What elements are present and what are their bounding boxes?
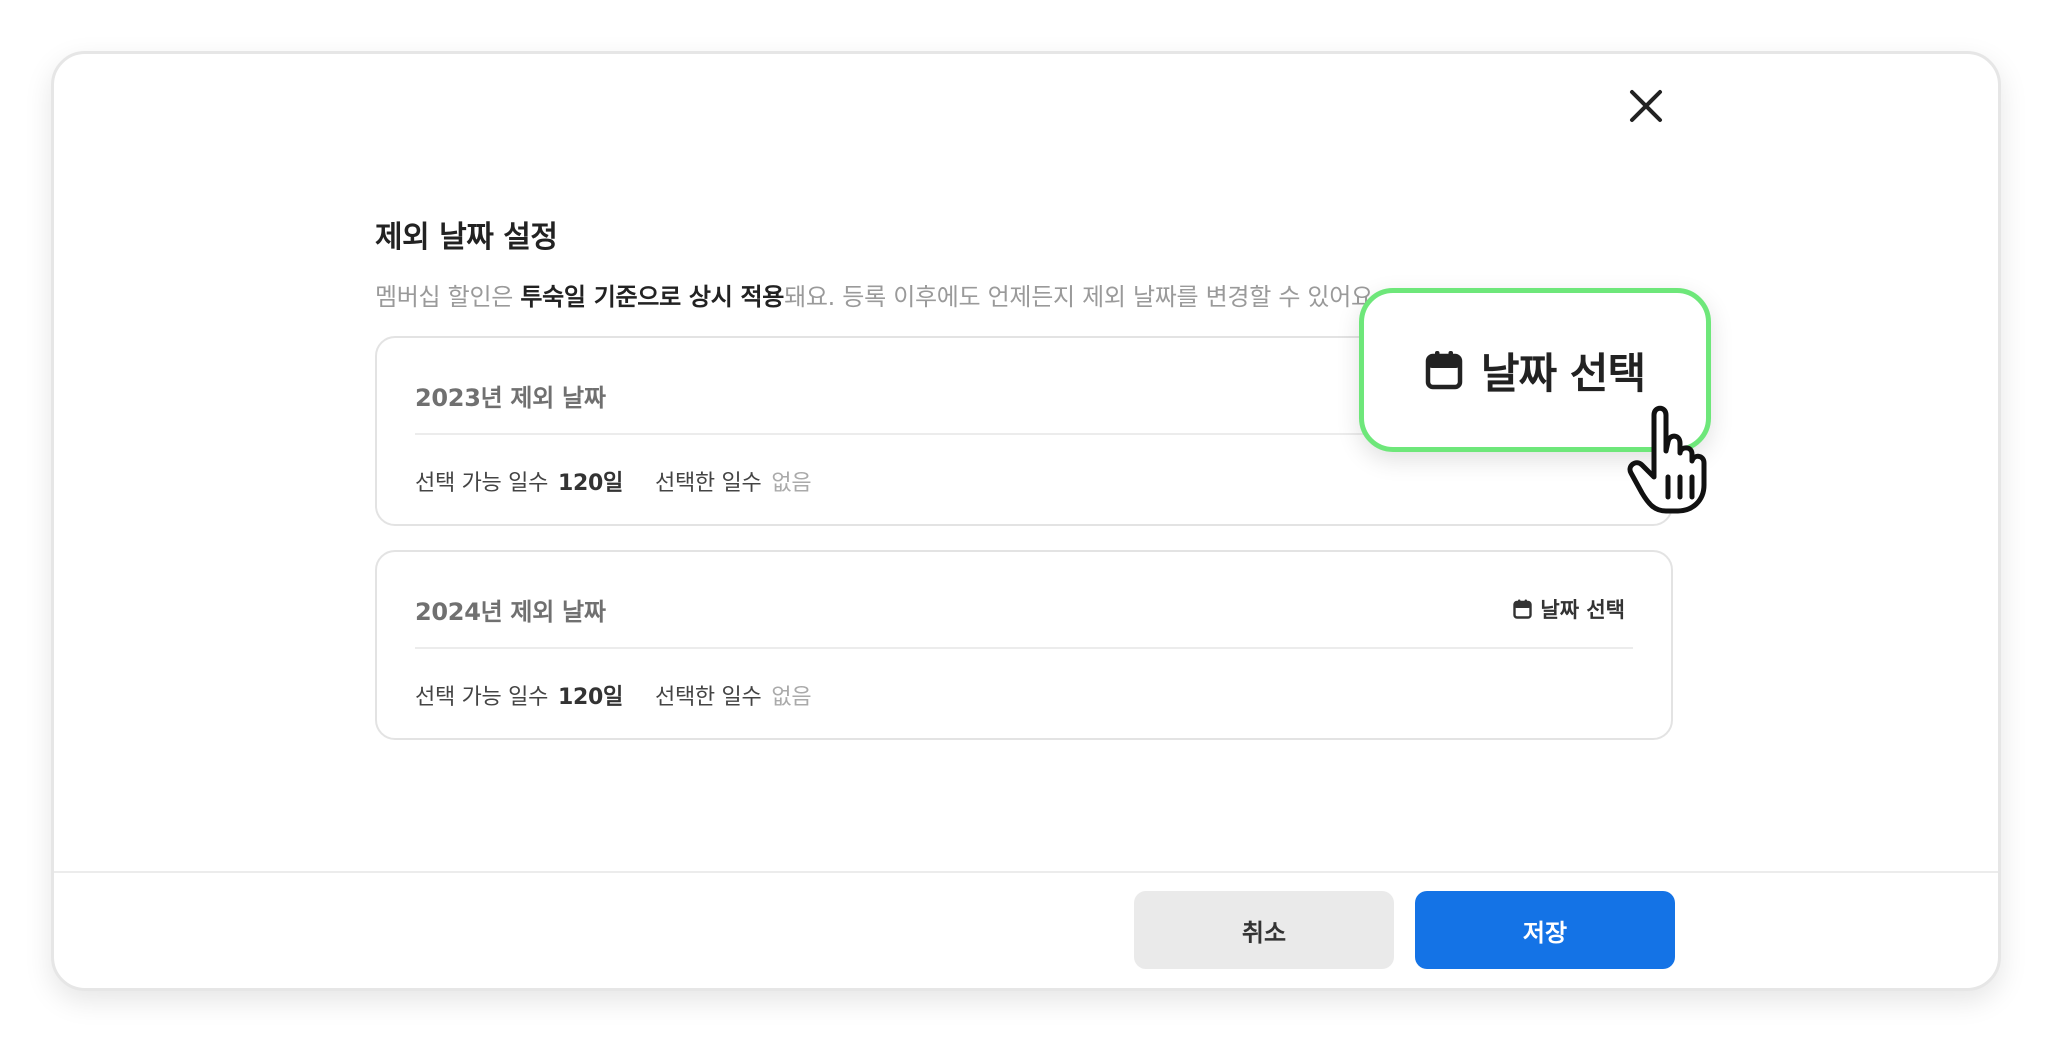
save-button[interactable]: 저장 [1415, 891, 1675, 969]
dialog-description: 멤버십 할인은 투숙일 기준으로 상시 적용돼요. 등록 이후에도 언제든지 제… [375, 277, 1380, 312]
hand-pointer-cursor-icon [1620, 397, 1740, 517]
available-days-label: 선택 가능 일수 [415, 471, 549, 496]
footer-divider [54, 871, 1998, 873]
close-button[interactable] [1624, 84, 1668, 128]
calendar-icon [1425, 351, 1463, 390]
selected-days-value: 없음 [771, 685, 812, 710]
selected-days-label: 선택한 일수 [655, 685, 762, 710]
selected-days-label: 선택한 일수 [655, 471, 762, 496]
cancel-button[interactable]: 취소 [1134, 891, 1394, 969]
description-suffix: 돼요. 등록 이후에도 언제든지 제외 날짜를 변경할 수 있어요. [784, 283, 1381, 311]
available-days-value: 120일 [558, 685, 623, 710]
exclusion-date-dialog: 제외 날짜 설정 멤버십 할인은 투숙일 기준으로 상시 적용돼요. 등록 이후… [51, 51, 2001, 991]
year-card-2024: 2024년 제외 날짜 날짜 선택 선택 가능 일수 120일 선택한 일수 없음 [375, 550, 1673, 740]
calendar-icon [1513, 599, 1533, 619]
screen: 제외 날짜 설정 멤버십 할인은 투숙일 기준으로 상시 적용돼요. 등록 이후… [0, 0, 2048, 1052]
selected-days-value: 없음 [771, 471, 812, 496]
year-card-stats: 선택 가능 일수 120일 선택한 일수 없음 [415, 465, 812, 497]
dialog-title: 제외 날짜 설정 [375, 220, 558, 255]
year-card-stats: 선택 가능 일수 120일 선택한 일수 없음 [415, 679, 812, 711]
select-date-label: 날짜 선택 [1540, 598, 1625, 622]
description-prefix: 멤버십 할인은 [375, 283, 521, 311]
year-card-title: 2024년 제외 날짜 [415, 598, 606, 626]
highlight-label: 날짜 선택 [1480, 348, 1646, 398]
divider [415, 647, 1633, 649]
year-card-title: 2023년 제외 날짜 [415, 384, 606, 412]
available-days-label: 선택 가능 일수 [415, 685, 549, 710]
close-icon [1630, 90, 1662, 122]
select-date-button[interactable]: 날짜 선택 [1513, 594, 1625, 624]
description-emphasis: 투숙일 기준으로 상시 적용 [520, 283, 785, 311]
available-days-value: 120일 [558, 471, 623, 496]
